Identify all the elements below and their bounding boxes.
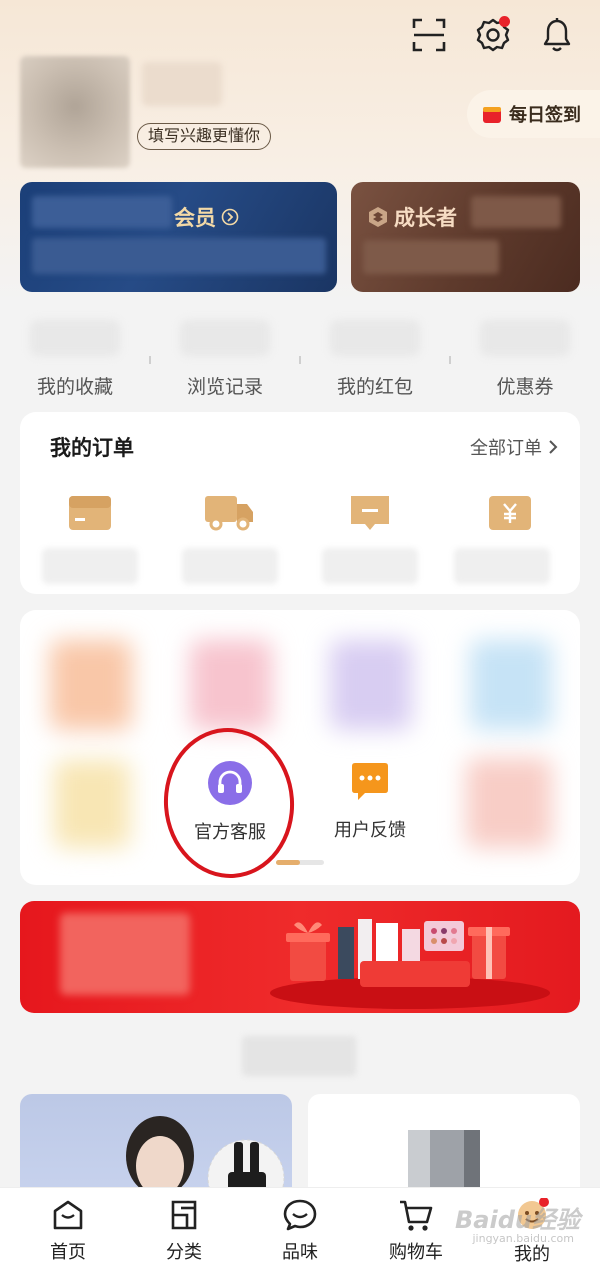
wallet-icon	[69, 496, 111, 530]
service-blurred[interactable]	[54, 760, 130, 848]
service-blurred[interactable]	[50, 640, 132, 730]
page-indicator	[276, 860, 324, 865]
quick-link-coupons[interactable]: 优惠券	[450, 312, 600, 399]
chevron-circle-icon	[221, 208, 239, 226]
taste-icon	[283, 1199, 317, 1231]
quick-link-label: 我的红包	[336, 376, 413, 398]
scan-button[interactable]	[408, 14, 450, 56]
status-label-blurred	[322, 548, 418, 584]
growth-title-text: 成长者	[394, 206, 457, 230]
vip-info-blurred	[32, 196, 172, 228]
settings-button[interactable]	[472, 14, 514, 56]
gift-box-icon	[483, 107, 501, 123]
order-status-to-review[interactable]	[324, 492, 416, 538]
watermark-url: jingyan.baidu.com	[472, 1232, 574, 1245]
quick-link-red-packets[interactable]: 我的红包	[300, 312, 450, 399]
service-blurred[interactable]	[190, 640, 272, 730]
bell-icon	[543, 18, 571, 52]
tab-label: 品味	[282, 1242, 318, 1263]
tab-home[interactable]: 首页	[8, 1198, 128, 1264]
banner-text-blurred	[60, 913, 190, 995]
quick-links: 我的收藏 浏览记录 我的红包 优惠券	[0, 312, 600, 402]
growth-card[interactable]: 成长者	[351, 182, 580, 292]
tab-category[interactable]: 分类	[124, 1198, 244, 1264]
vip-detail-blurred	[32, 238, 326, 274]
vip-card[interactable]: 会员	[20, 182, 337, 292]
order-status-to-pay[interactable]	[44, 492, 136, 536]
service-blurred[interactable]	[470, 640, 552, 730]
growth-detail-blurred	[363, 240, 499, 274]
highlight-circle-annotation	[158, 723, 300, 883]
vip-title-text: 会员	[174, 206, 216, 230]
order-status-refund[interactable]	[464, 492, 556, 536]
hexagon-badge-icon	[369, 207, 387, 227]
interest-button[interactable]: 填写兴趣更懂你	[137, 123, 272, 150]
yuan-icon	[489, 496, 531, 530]
tab-label: 分类	[166, 1242, 202, 1263]
count-blurred	[30, 320, 120, 356]
avatar[interactable]	[20, 56, 130, 168]
quick-link-label: 优惠券	[496, 376, 554, 398]
daily-checkin-button[interactable]: 每日签到	[467, 90, 600, 138]
home-icon	[53, 1200, 83, 1230]
service-label: 用户反馈	[334, 820, 406, 841]
feedback-button[interactable]: 用户反馈	[310, 760, 430, 842]
all-orders-label: 全部订单	[470, 438, 542, 459]
growth-info-blurred	[471, 196, 561, 228]
chat-bubble-icon	[352, 763, 388, 800]
top-toolbar	[408, 14, 578, 56]
vip-title: 会员	[174, 202, 239, 232]
count-blurred	[480, 320, 570, 356]
cart-icon	[400, 1200, 433, 1231]
tab-label: 购物车	[389, 1242, 443, 1263]
tab-taste[interactable]: 品味	[240, 1198, 360, 1264]
my-orders-card: 我的订单 全部订单	[20, 412, 580, 594]
quick-link-label: 我的收藏	[36, 376, 113, 398]
checkin-label: 每日签到	[509, 105, 581, 126]
quick-link-history[interactable]: 浏览记录	[150, 312, 300, 399]
count-blurred	[180, 320, 270, 356]
chevron-right-icon	[549, 440, 558, 454]
quick-link-favorites[interactable]: 我的收藏	[0, 312, 150, 399]
promo-banner[interactable]	[20, 901, 580, 1013]
page-indicator-active	[276, 860, 300, 865]
gift-products-illustration	[270, 919, 550, 1009]
services-card: 官方客服 用户反馈	[20, 610, 580, 885]
growth-title: 成长者	[367, 202, 457, 232]
notifications-button[interactable]	[536, 14, 578, 56]
scan-icon	[412, 18, 446, 52]
truck-icon	[205, 496, 253, 531]
service-blurred[interactable]	[466, 758, 552, 848]
service-blurred[interactable]	[330, 640, 412, 730]
status-label-blurred	[42, 548, 138, 584]
orders-title: 我的订单	[50, 436, 134, 460]
section-title-blurred	[242, 1036, 356, 1076]
quick-link-label: 浏览记录	[186, 376, 263, 398]
username-blurred	[142, 62, 222, 106]
comment-icon	[351, 496, 389, 530]
all-orders-link[interactable]: 全部订单	[470, 434, 558, 460]
count-blurred	[330, 320, 420, 356]
notification-dot	[499, 16, 510, 27]
watermark: Baidu经验	[455, 1206, 580, 1234]
status-label-blurred	[454, 548, 550, 584]
order-status-shipping[interactable]	[183, 492, 275, 536]
status-label-blurred	[182, 548, 278, 584]
tab-label: 首页	[50, 1242, 86, 1263]
category-icon	[171, 1200, 197, 1230]
